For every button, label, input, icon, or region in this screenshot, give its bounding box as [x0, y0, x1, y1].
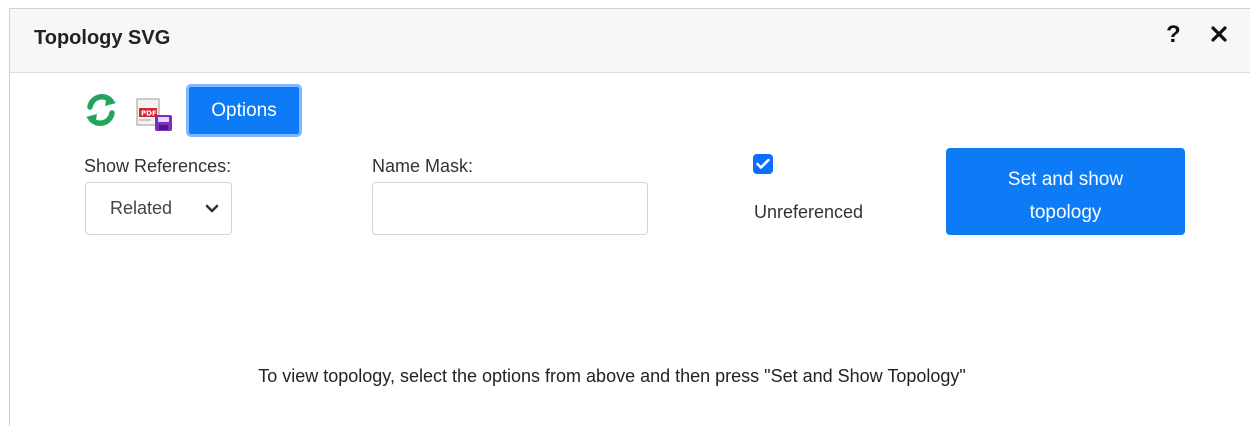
dialog-title: Topology SVG — [34, 27, 171, 49]
help-button[interactable]: ? — [1166, 23, 1181, 47]
chevron-down-icon — [205, 204, 219, 213]
unreferenced-label: Unreferenced — [754, 202, 864, 222]
dialog-header: Topology SVG ? — [10, 9, 1250, 73]
export-pdf-button[interactable]: PDF — [135, 98, 175, 137]
help-icon: ? — [1166, 21, 1181, 48]
show-references-value: Related — [110, 198, 173, 218]
checkmark-icon — [756, 158, 770, 169]
refresh-icon — [86, 94, 116, 126]
pdf-save-icon: PDF — [136, 98, 172, 131]
show-references-select[interactable]: Related — [85, 182, 232, 235]
unreferenced-checkbox[interactable] — [753, 154, 773, 174]
set-button-label-line1: Set and show — [1007, 169, 1124, 190]
set-and-show-topology-button[interactable]: Set and show topology — [946, 148, 1185, 235]
options-button[interactable]: Options — [186, 84, 302, 137]
close-button[interactable] — [1211, 26, 1227, 42]
close-icon — [1211, 26, 1227, 42]
svg-text:PDF: PDF — [141, 110, 157, 118]
set-button-label-line2: topology — [1029, 202, 1102, 223]
topology-dialog: Topology SVG ? PDF Options Show Referenc… — [9, 8, 1250, 426]
refresh-button[interactable] — [83, 92, 119, 133]
show-references-label: Show References: — [84, 156, 232, 176]
name-mask-input[interactable] — [372, 182, 648, 235]
name-mask-label: Name Mask: — [372, 156, 474, 176]
instruction-text: To view topology, select the options fro… — [258, 366, 966, 386]
